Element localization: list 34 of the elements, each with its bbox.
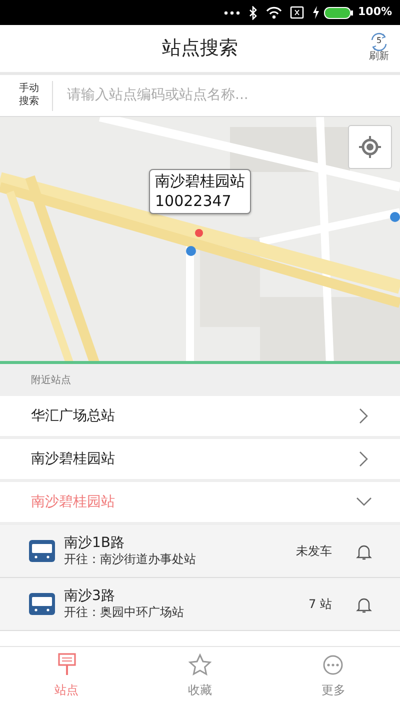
- page-title: 站点搜索: [162, 36, 238, 62]
- tab[interactable]: 更多: [266, 647, 400, 712]
- battery-level: 100%: [358, 4, 392, 20]
- station-name: 华汇广场总站: [31, 406, 115, 426]
- route-destination: 开往：南沙街道办事处站: [64, 552, 197, 568]
- locate-button[interactable]: [348, 125, 392, 169]
- section-heading: 附近站点: [31, 374, 71, 388]
- route-status: 7 站: [308, 596, 332, 613]
- manual-search-button[interactable]: 手动搜索: [18, 83, 40, 108]
- bell-icon[interactable]: [356, 596, 372, 612]
- station-name: 南沙碧桂园站: [31, 450, 115, 468]
- callout-code: 10022347: [155, 192, 232, 211]
- charging-icon: [312, 6, 320, 19]
- bus-icon: [28, 591, 56, 617]
- wifi-icon: [266, 6, 282, 19]
- route-row[interactable]: 南沙1B路 开往：南沙街道办事处站 未发车: [0, 525, 400, 578]
- route-name: 南沙3路: [64, 588, 116, 605]
- more-icon: [321, 653, 346, 677]
- route-row[interactable]: 南沙3路 开往：奥园中环广场站 7 站: [0, 578, 400, 631]
- route-name: 南沙1B路: [64, 534, 126, 552]
- notification-dots-icon: [224, 10, 240, 16]
- callout-name: 南沙碧桂园站: [155, 172, 245, 192]
- locate-icon: [358, 135, 382, 159]
- battery-icon: [324, 6, 354, 18]
- route-status: 未发车: [296, 543, 332, 560]
- bell-icon[interactable]: [356, 542, 372, 560]
- sim-icon: [290, 6, 304, 19]
- bluetooth-icon: [248, 6, 258, 20]
- refresh-button[interactable]: 5 刷新: [368, 32, 390, 62]
- station-name: 南沙碧桂园站: [31, 492, 115, 512]
- route-destination: 开往：奥园中环广场站: [64, 604, 185, 620]
- star-icon: [188, 653, 212, 677]
- tab[interactable]: 收藏: [133, 647, 267, 712]
- bus-icon: [28, 538, 56, 564]
